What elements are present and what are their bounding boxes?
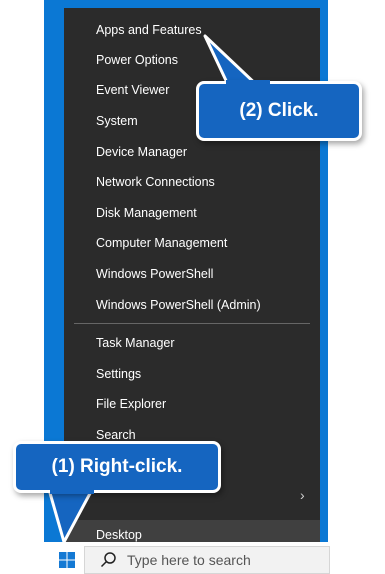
menu-item-windows-powershell[interactable]: Windows PowerShell [64,259,320,289]
windows-logo-icon [59,552,75,568]
menu-item-apps-and-features[interactable]: Apps and Features [64,15,320,45]
callout-tail-cover-step1 [50,488,94,494]
start-button[interactable] [52,546,82,574]
callout-step1-text: (1) Right-click. [51,456,183,477]
menu-separator [74,323,310,324]
menu-item-task-manager[interactable]: Task Manager [64,328,320,358]
menu-item-windows-powershell-admin[interactable]: Windows PowerShell (Admin) [64,290,320,320]
menu-item-computer-management[interactable]: Computer Management [64,228,320,258]
taskbar-search-box[interactable]: Type here to search [84,546,330,574]
menu-item-power-options[interactable]: Power Options [64,45,320,75]
callout-tail-cover-step2 [226,80,270,86]
callout-step2-text: (2) Click. [239,100,319,121]
chevron-right-icon: › [300,487,305,503]
callout-step1: (1) Right-click. [13,441,221,493]
menu-item-settings[interactable]: Settings [64,359,320,389]
menu-item-file-explorer[interactable]: File Explorer [64,389,320,419]
search-placeholder: Type here to search [127,552,251,568]
callout-step2: (2) Click. [196,81,362,141]
menu-item-disk-management[interactable]: Disk Management [64,198,320,228]
search-icon [100,552,116,568]
menu-item-network-connections[interactable]: Network Connections [64,167,320,197]
menu-item-device-manager[interactable]: Device Manager [64,137,320,167]
